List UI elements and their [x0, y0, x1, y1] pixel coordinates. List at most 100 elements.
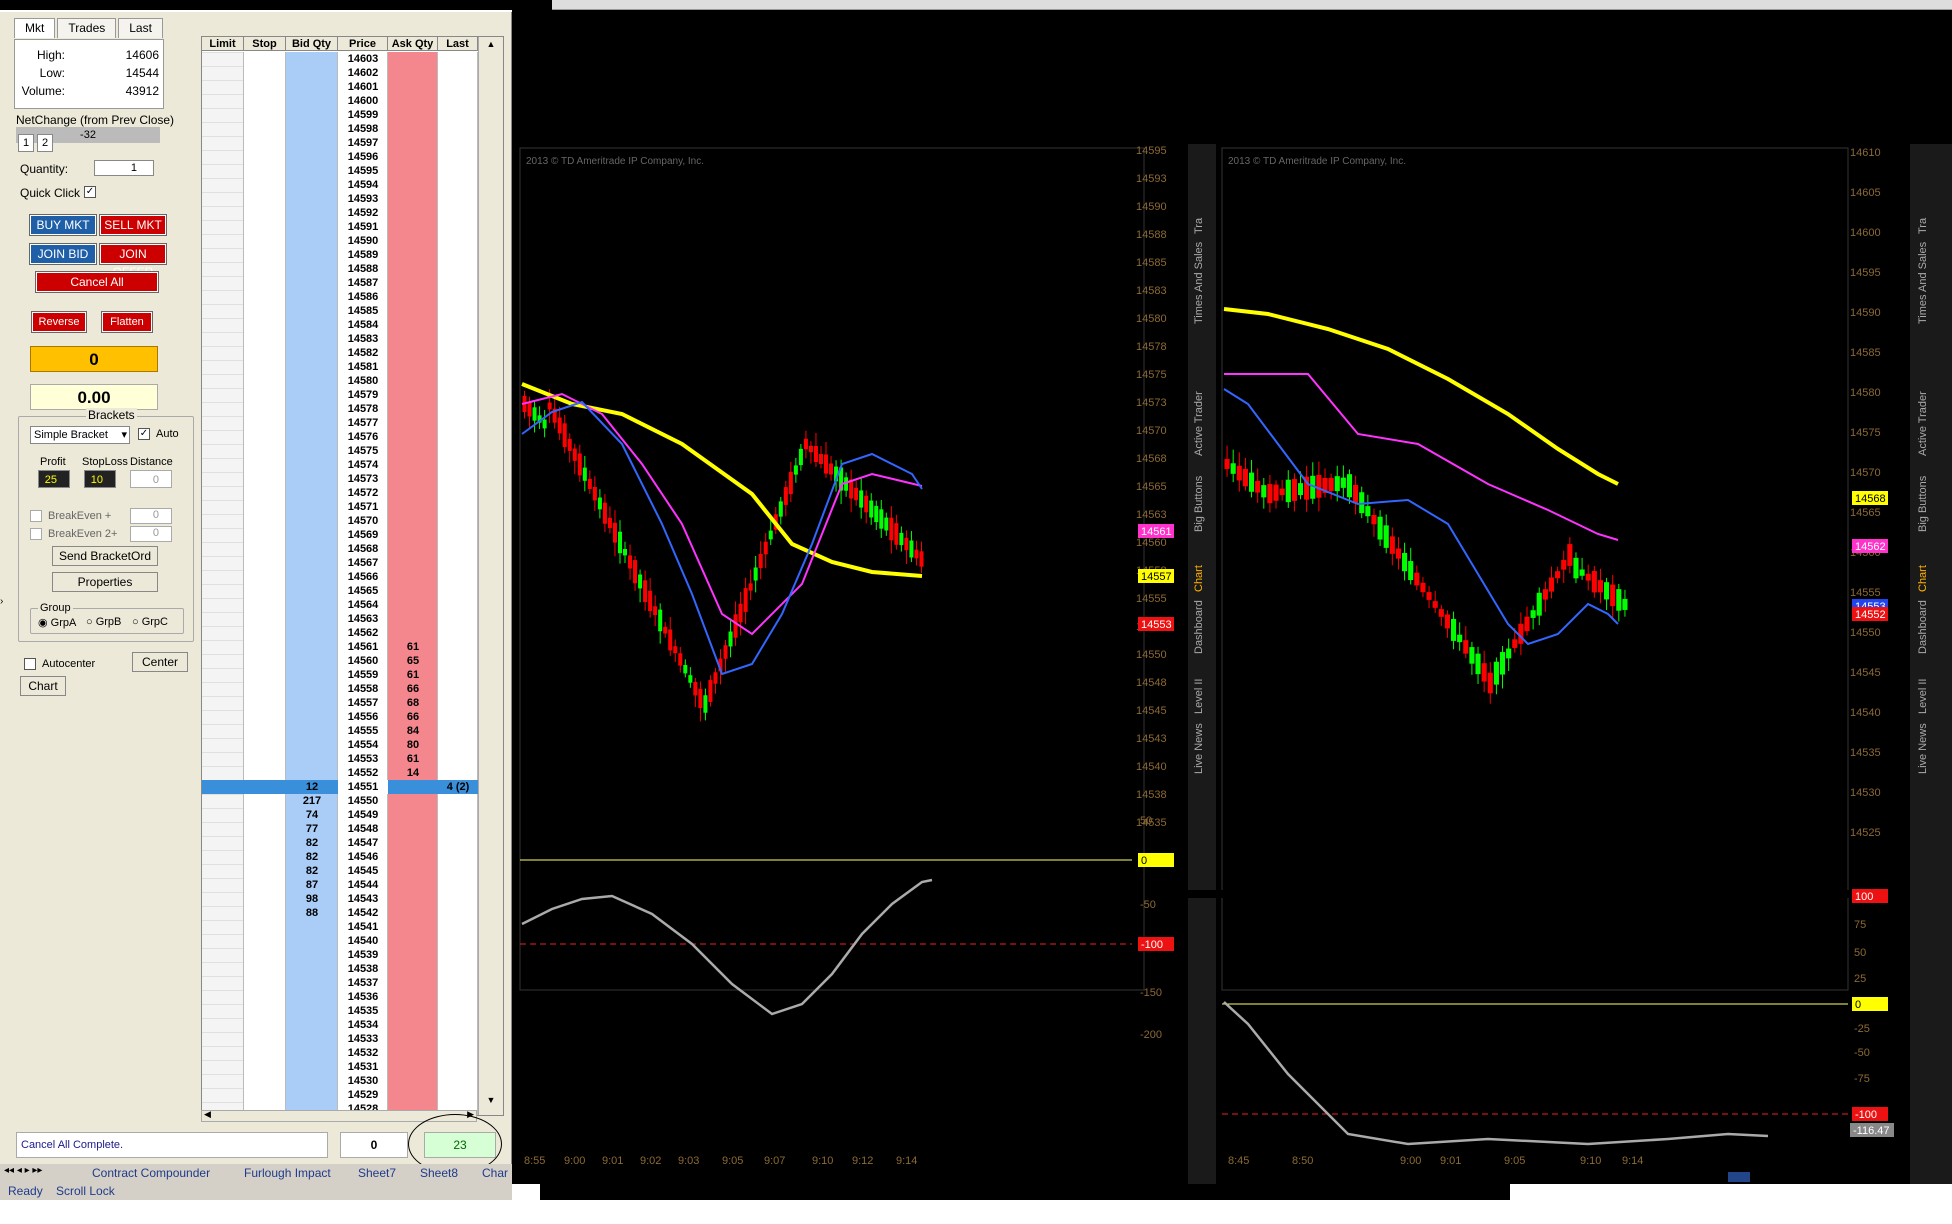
price-cell[interactable]: 14556	[338, 710, 388, 724]
price-cell[interactable]: 14581	[338, 360, 388, 374]
price-cell[interactable]: 14562	[338, 626, 388, 640]
chart-2-svg[interactable]: Tra Times And Sales Active Trader Big Butto…	[1188, 144, 1952, 1184]
side-tab-0[interactable]: Tra	[1193, 217, 1205, 234]
price-cell[interactable]: 14536	[338, 990, 388, 1004]
header-price[interactable]: Price	[338, 37, 388, 51]
ask-qty-cell[interactable]: 61	[388, 640, 438, 654]
price-cell[interactable]: 14559	[338, 668, 388, 682]
side-tab-0[interactable]: Tra	[1917, 217, 1929, 234]
price-cell[interactable]: 14552	[338, 766, 388, 780]
buy-mkt-button[interactable]: BUY MKT	[29, 214, 97, 236]
price-cell[interactable]: 14545	[338, 864, 388, 878]
price-cell[interactable]: 14550	[338, 794, 388, 808]
side-tab-2[interactable]: Active Trader	[1193, 391, 1205, 456]
price-cell[interactable]: 14549	[338, 808, 388, 822]
side-tab-3[interactable]: Big Buttons	[1193, 475, 1205, 532]
sell-mkt-button[interactable]: SELL MKT	[99, 214, 167, 236]
price-cell[interactable]: 14578	[338, 402, 388, 416]
breakeven1-stepper[interactable]: 0	[130, 508, 172, 524]
breakeven2-checkbox[interactable]	[30, 528, 42, 540]
side-tab-7[interactable]: Live News	[1917, 723, 1929, 774]
price-cell[interactable]: 14594	[338, 178, 388, 192]
price-cell[interactable]: 14599	[338, 108, 388, 122]
price-cell[interactable]: 14532	[338, 1046, 388, 1060]
price-cell[interactable]: 14602	[338, 66, 388, 80]
price-cell[interactable]: 14574	[338, 458, 388, 472]
price-cell[interactable]: 14543	[338, 892, 388, 906]
price-cell[interactable]: 14598	[338, 122, 388, 136]
price-cell[interactable]: 14539	[338, 948, 388, 962]
join-bid-button[interactable]: JOIN BID	[29, 243, 97, 265]
price-cell[interactable]: 14591	[338, 220, 388, 234]
price-cell[interactable]: 14533	[338, 1032, 388, 1046]
center-button[interactable]: Center	[132, 652, 188, 672]
price-cell[interactable]: 14537	[338, 976, 388, 990]
sheet-tab[interactable]: Sheet7	[358, 1166, 396, 1180]
price-cell[interactable]: 14577	[338, 416, 388, 430]
ask-qty-cell[interactable]: 84	[388, 724, 438, 738]
stoploss-stepper[interactable]: 10	[84, 470, 116, 488]
ask-qty-cell[interactable]: 66	[388, 710, 438, 724]
bid-qty-cell[interactable]: 88	[286, 906, 338, 920]
ask-qty-cell[interactable]: 61	[388, 668, 438, 682]
grid-scrollbar[interactable]: ▲ ▼	[478, 37, 503, 1115]
auto-checkbox[interactable]: ✓	[138, 428, 150, 440]
sheet-tab[interactable]: Furlough Impact	[244, 1166, 331, 1180]
tab-trades[interactable]: Trades	[57, 18, 117, 38]
price-cell[interactable]: 14585	[338, 304, 388, 318]
page-1-button[interactable]: 1	[18, 134, 34, 152]
scroll-up-icon[interactable]: ▲	[481, 39, 501, 53]
page-2-button[interactable]: 2	[37, 134, 53, 152]
header-limit[interactable]: Limit	[202, 37, 244, 51]
bid-qty-cell[interactable]: 77	[286, 822, 338, 836]
price-cell[interactable]: 14596	[338, 150, 388, 164]
price-cell[interactable]: 14542	[338, 906, 388, 920]
scroll-left-icon[interactable]: ◀	[204, 1109, 211, 1120]
price-cell[interactable]: 14557	[338, 696, 388, 710]
price-cell[interactable]: 14566	[338, 570, 388, 584]
price-cell[interactable]: 14554	[338, 738, 388, 752]
price-cell[interactable]: 14573	[338, 472, 388, 486]
bid-qty-cell[interactable]: 82	[286, 850, 338, 864]
quantity-stepper[interactable]: 1	[94, 160, 154, 176]
price-cell[interactable]: 14587	[338, 276, 388, 290]
price-cell[interactable]: 14601	[338, 80, 388, 94]
price-cell[interactable]: 14569	[338, 528, 388, 542]
price-cell[interactable]: 14568	[338, 542, 388, 556]
cancel-all-button[interactable]: Cancel All	[35, 271, 159, 293]
price-cell[interactable]: 14561	[338, 640, 388, 654]
price-cell[interactable]: 14535	[338, 1004, 388, 1018]
price-cell[interactable]: 14546	[338, 850, 388, 864]
sheet-tab[interactable]: Contract Compounder	[92, 1166, 210, 1180]
price-cell[interactable]: 14589	[338, 248, 388, 262]
ask-qty-cell[interactable]: 14	[388, 766, 438, 780]
chart-1-svg[interactable]: 2013 © TD Ameritrade IP Company, Inc.145…	[512, 144, 1188, 1184]
flatten-button[interactable]: Flatten	[101, 311, 153, 333]
price-cell[interactable]: 14558	[338, 682, 388, 696]
ask-qty-cell[interactable]: 66	[388, 682, 438, 696]
price-cell[interactable]: 14579	[338, 388, 388, 402]
price-cell[interactable]: 14572	[338, 486, 388, 500]
price-cell[interactable]: 14584	[338, 318, 388, 332]
collapse-arrow-icon[interactable]: ›	[0, 596, 8, 608]
sheet-tab[interactable]: Char	[482, 1166, 508, 1180]
price-cell[interactable]: 14553	[338, 752, 388, 766]
price-cell[interactable]: 14576	[338, 430, 388, 444]
breakeven1-checkbox[interactable]	[30, 510, 42, 522]
breakeven2-stepper[interactable]: 0	[130, 526, 172, 542]
side-tab-5[interactable]: Dashboard	[1193, 600, 1205, 654]
price-cell[interactable]: 14538	[338, 962, 388, 976]
side-tab-6[interactable]: Level II	[1193, 679, 1205, 714]
price-cell[interactable]: 14586	[338, 290, 388, 304]
price-cell[interactable]: 14583	[338, 332, 388, 346]
tab-mkt[interactable]: Mkt	[14, 18, 56, 38]
bid-qty-cell[interactable]: 98	[286, 892, 338, 906]
bracket-type-select[interactable]: Simple Bracket ▾	[30, 426, 130, 444]
price-cell[interactable]: 14582	[338, 346, 388, 360]
price-cell[interactable]: 14564	[338, 598, 388, 612]
radio-grpa[interactable]: ◉ GrpA	[38, 616, 76, 629]
chart-button[interactable]: Chart	[20, 676, 66, 696]
reverse-button[interactable]: Reverse	[31, 311, 87, 333]
distance-stepper[interactable]: 0	[130, 470, 172, 488]
price-cell[interactable]: 14547	[338, 836, 388, 850]
